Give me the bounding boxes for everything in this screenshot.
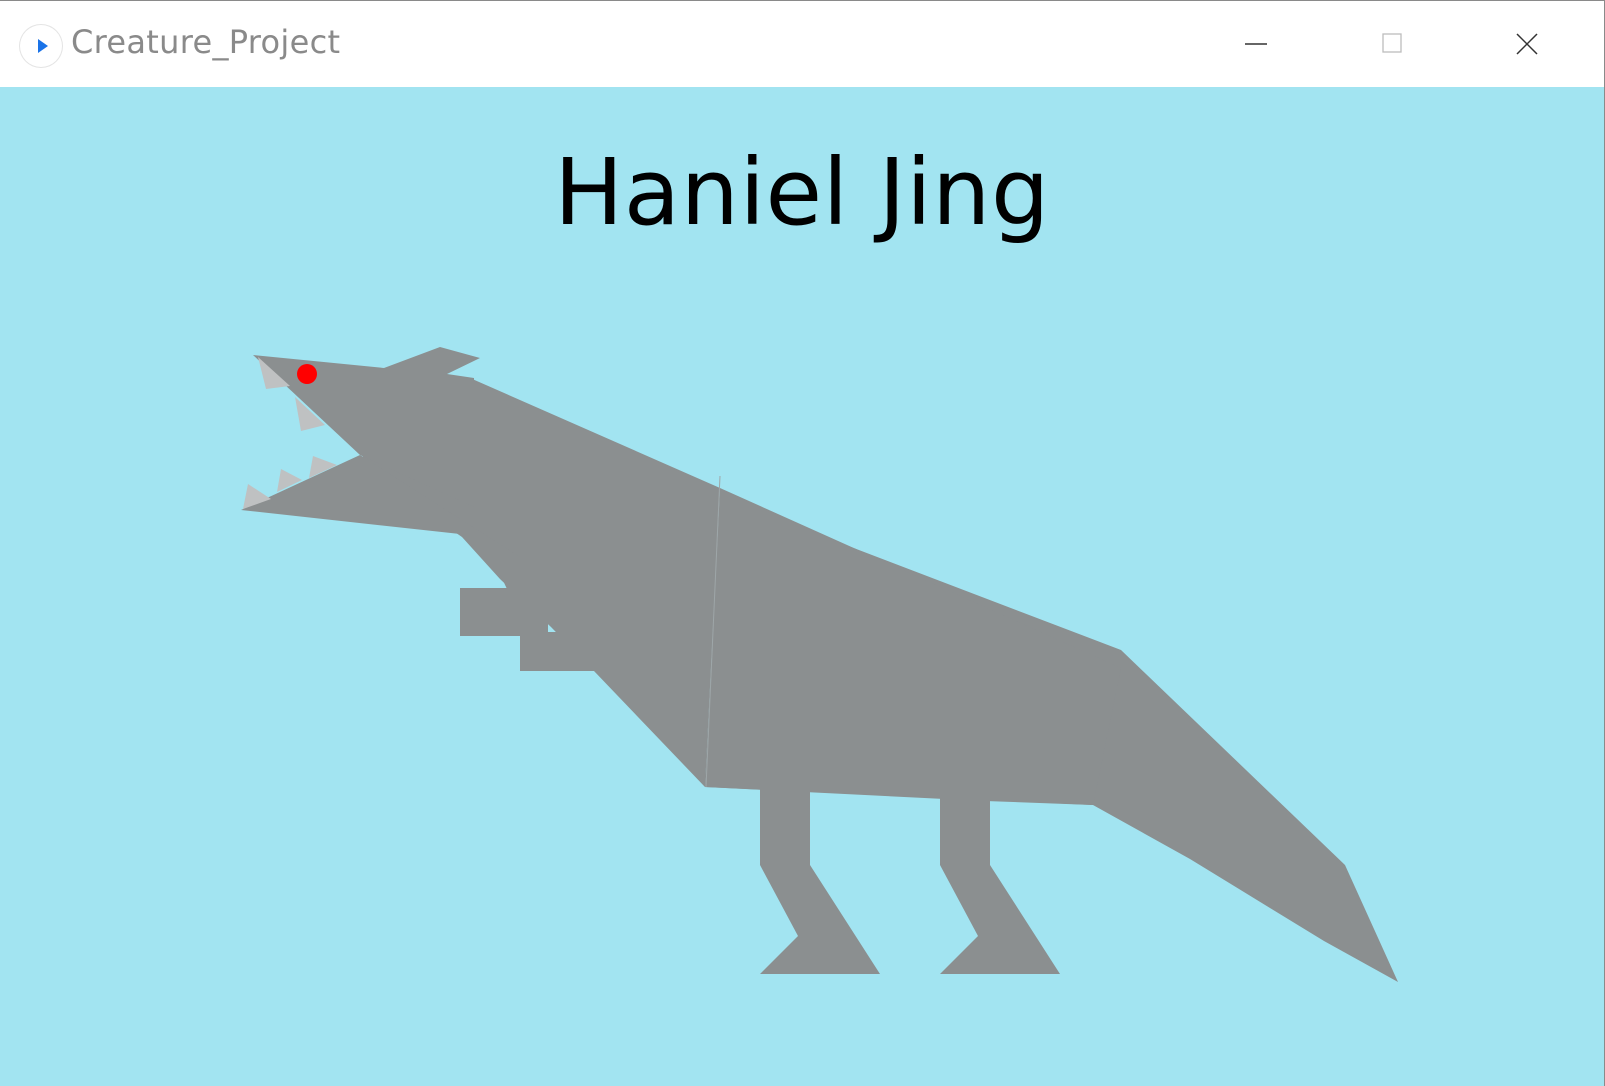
window-title: Creature_Project	[71, 23, 341, 61]
minimize-button[interactable]	[1188, 1, 1324, 87]
maximize-icon	[1382, 33, 1402, 53]
close-icon	[1516, 33, 1538, 55]
app-window: Creature_Project Haniel Jing	[0, 0, 1605, 1086]
creature-eye	[297, 364, 317, 384]
creature-torso-rear	[705, 488, 1121, 805]
sketch-canvas[interactable]: Haniel Jing	[0, 87, 1604, 1086]
minimize-icon	[1245, 43, 1267, 45]
maximize-button[interactable]	[1324, 1, 1460, 87]
close-button[interactable]	[1460, 1, 1596, 87]
creature-leg	[760, 767, 880, 974]
creature-name-heading: Haniel Jing	[554, 139, 1050, 246]
play-icon	[20, 25, 62, 67]
title-bar[interactable]: Creature_Project	[0, 1, 1604, 87]
creature-arm	[520, 632, 596, 671]
creature-leg	[940, 777, 1060, 974]
creature-arm	[460, 588, 548, 636]
